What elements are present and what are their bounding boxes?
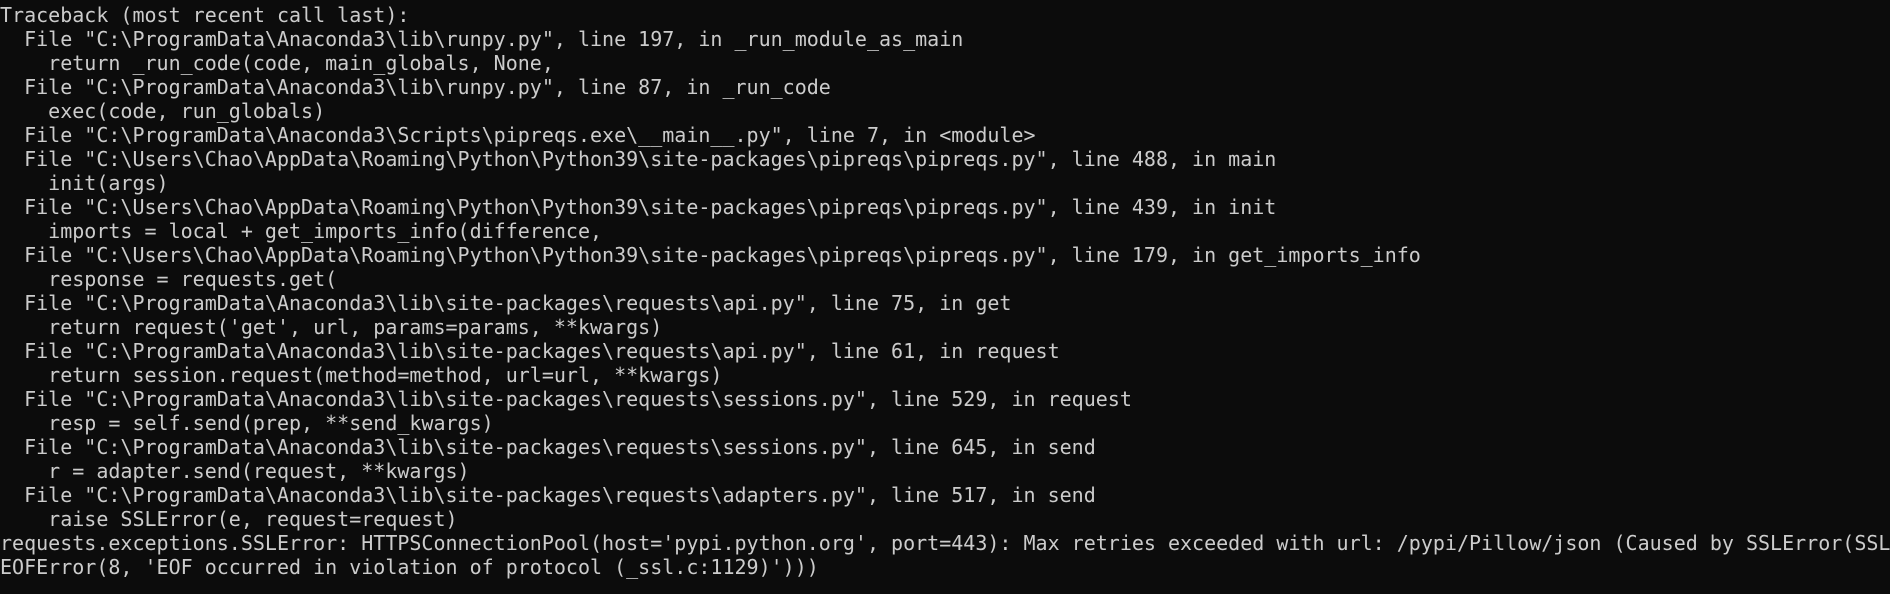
traceback-code-line: return session.request(method=method, ur… bbox=[0, 363, 723, 387]
traceback-code-line: raise SSLError(e, request=request) bbox=[0, 507, 458, 531]
traceback-code-line: response = requests.get( bbox=[0, 267, 338, 291]
traceback-file-line: File "C:\ProgramData\Anaconda3\lib\site-… bbox=[0, 387, 1132, 411]
exception-message-line: requests.exceptions.SSLError: HTTPSConne… bbox=[0, 531, 1890, 555]
traceback-file-line: File "C:\ProgramData\Anaconda3\lib\site-… bbox=[0, 483, 1096, 507]
traceback-header-line: Traceback (most recent call last): bbox=[0, 3, 410, 27]
traceback-code-line: return request('get', url, params=params… bbox=[0, 315, 663, 339]
traceback-code-line: r = adapter.send(request, **kwargs) bbox=[0, 459, 470, 483]
traceback-code-line: return _run_code(code, main_globals, Non… bbox=[0, 51, 554, 75]
terminal-output[interactable]: Traceback (most recent call last): File … bbox=[0, 0, 1890, 594]
traceback-file-line: File "C:\ProgramData\Anaconda3\Scripts\p… bbox=[0, 123, 1036, 147]
traceback-code-line: exec(code, run_globals) bbox=[0, 99, 326, 123]
traceback-file-line: File "C:\Users\Chao\AppData\Roaming\Pyth… bbox=[0, 243, 1421, 267]
traceback-file-line: File "C:\ProgramData\Anaconda3\lib\runpy… bbox=[0, 75, 831, 99]
traceback-file-line: File "C:\ProgramData\Anaconda3\lib\runpy… bbox=[0, 27, 964, 51]
exception-message-line: EOFError(8, 'EOF occurred in violation o… bbox=[0, 555, 819, 579]
traceback-file-line: File "C:\Users\Chao\AppData\Roaming\Pyth… bbox=[0, 195, 1277, 219]
traceback-code-line: init(args) bbox=[0, 171, 169, 195]
traceback-file-line: File "C:\ProgramData\Anaconda3\lib\site-… bbox=[0, 339, 1060, 363]
traceback-code-line: imports = local + get_imports_info(diffe… bbox=[0, 219, 603, 243]
traceback-file-line: File "C:\Users\Chao\AppData\Roaming\Pyth… bbox=[0, 147, 1277, 171]
traceback-file-line: File "C:\ProgramData\Anaconda3\lib\site-… bbox=[0, 435, 1096, 459]
traceback-code-line: resp = self.send(prep, **send_kwargs) bbox=[0, 411, 494, 435]
traceback-file-line: File "C:\ProgramData\Anaconda3\lib\site-… bbox=[0, 291, 1012, 315]
